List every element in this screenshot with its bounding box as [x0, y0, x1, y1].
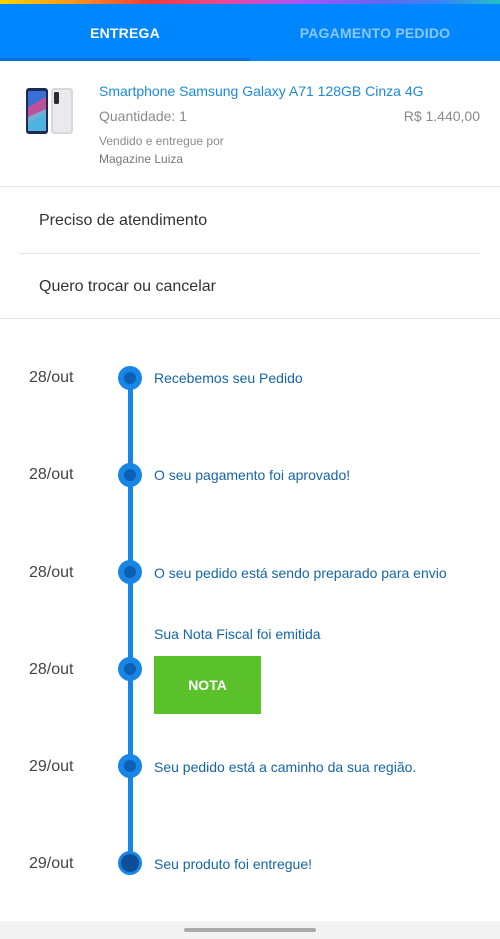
menu-item-atendimento[interactable]: Preciso de atendimento [19, 188, 480, 254]
tab-pagamento-pedido[interactable]: PAGAMENTO PEDIDO [250, 4, 500, 61]
product-image [24, 87, 76, 135]
timeline-step-text: O seu pagamento foi aprovado! [154, 467, 351, 483]
menu-item-trocar-cancelar[interactable]: Quero trocar ou cancelar [19, 254, 480, 320]
nota-fiscal-button[interactable]: NOTA [154, 656, 261, 714]
product-name[interactable]: Smartphone Samsung Galaxy A71 128GB Cinz… [99, 83, 424, 99]
timeline-step-text: Recebemos seu Pedido [154, 370, 303, 386]
timeline-dot [118, 657, 142, 681]
product-price: R$ 1.440,00 [403, 108, 480, 124]
timeline-date: 28/out [29, 466, 74, 483]
seller-name: Magazine Luiza [99, 152, 184, 166]
timeline-date: 29/out [29, 855, 74, 872]
tab-entrega[interactable]: ENTREGA [0, 4, 250, 61]
product-quantity: Quantidade: 1 [99, 108, 187, 124]
system-nav-bar [0, 921, 500, 939]
timeline-date: 28/out [29, 661, 74, 678]
timeline-step-text: Seu pedido está a caminho da sua região. [154, 759, 417, 775]
timeline-step-text: Sua Nota Fiscal foi emitida [154, 626, 321, 642]
timeline-dot [118, 754, 142, 778]
home-indicator[interactable] [184, 928, 316, 932]
timeline-dot-current [118, 851, 142, 875]
timeline-step-text: Seu produto foi entregue! [154, 856, 313, 872]
product-card[interactable]: Smartphone Samsung Galaxy A71 128GB Cinz… [0, 61, 500, 187]
sold-by-label: Vendido e entregue por [99, 134, 224, 148]
timeline-date: 28/out [29, 564, 74, 581]
timeline-dot [118, 463, 142, 487]
timeline-date: 29/out [29, 758, 74, 775]
tab-bar: ENTREGA PAGAMENTO PEDIDO [0, 4, 500, 61]
timeline-dot [118, 366, 142, 390]
timeline-line [128, 378, 133, 864]
timeline-date: 28/out [29, 369, 74, 386]
timeline-dot [118, 560, 142, 584]
section-divider [0, 318, 500, 319]
timeline-step-text: O seu pedido está sendo preparado para e… [154, 565, 447, 581]
